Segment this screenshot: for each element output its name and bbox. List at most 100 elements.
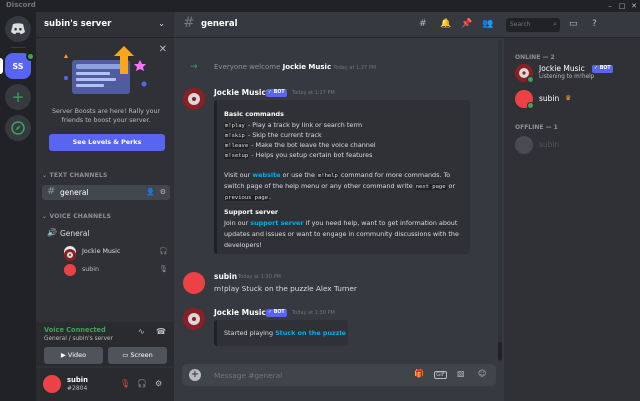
mute-mic-icon[interactable]: 🎙 bbox=[120, 379, 130, 388]
bot-badge: ✓ BOT bbox=[592, 65, 613, 73]
user-avatar[interactable] bbox=[43, 375, 61, 393]
server-name: subin's server bbox=[44, 19, 112, 29]
gif-button[interactable]: GIF bbox=[434, 371, 448, 379]
explore-servers-button[interactable] bbox=[5, 115, 31, 141]
disconnect-icon[interactable]: ☎ bbox=[156, 327, 166, 336]
offline-header: OFFLINE — 1 bbox=[515, 124, 558, 131]
category-chevron-icon: ⌄ bbox=[42, 213, 50, 220]
camera-icon: ▶ bbox=[60, 351, 68, 359]
text-channels-category[interactable]: ⌄ TEXT CHANNELS + bbox=[42, 169, 225, 180]
boost-banner: ✕ Server Boosts are here! Rally your fri… bbox=[44, 44, 168, 167]
close-icon[interactable]: ✕ bbox=[159, 44, 167, 55]
boost-illustration bbox=[64, 46, 147, 94]
message-input[interactable]: Message #general bbox=[214, 371, 282, 380]
channel-general[interactable]: # general 👤 ⚙ bbox=[42, 185, 170, 200]
voice-channels-category[interactable]: ⌄ VOICE CHANNELS + bbox=[42, 210, 229, 221]
category-label: TEXT CHANNELS bbox=[49, 172, 108, 179]
see-levels-button[interactable]: See Levels & Perks bbox=[49, 134, 165, 151]
system-text: Everyone welcome bbox=[214, 63, 281, 71]
track-link[interactable]: Stuck on the puzzle bbox=[275, 329, 346, 337]
command-line: m!skip - Skip the current track bbox=[224, 131, 322, 139]
member-offline-subin[interactable]: subin bbox=[515, 134, 635, 156]
message-author[interactable]: subin bbox=[214, 272, 237, 281]
embed-visit-line: Visit our website or use the m!help comm… bbox=[224, 171, 451, 179]
timestamp: Today at 1:30 PM bbox=[292, 310, 335, 316]
member-subin[interactable]: subin ♛ bbox=[515, 88, 635, 110]
maximize-button[interactable]: □ bbox=[616, 0, 628, 12]
add-server-button[interactable]: + bbox=[5, 84, 31, 110]
avatar[interactable] bbox=[183, 88, 205, 110]
server-list-divider bbox=[11, 47, 25, 48]
channel-label: General bbox=[60, 229, 90, 238]
plus-icon: + bbox=[11, 88, 25, 106]
title-bar: Discord – □ ✕ bbox=[0, 0, 640, 12]
sticker-icon[interactable]: ▧ bbox=[457, 369, 465, 378]
member-list-icon[interactable]: 👥 bbox=[482, 19, 493, 29]
close-window-button[interactable]: ✕ bbox=[628, 0, 640, 12]
video-button[interactable]: ▶ Video bbox=[44, 347, 103, 364]
voice-user-subin[interactable]: subin 🎙 bbox=[64, 263, 168, 277]
avatar[interactable] bbox=[183, 308, 205, 330]
message-author[interactable]: Jockie Music bbox=[214, 308, 266, 317]
message-jockie-playing: Jockie Music ✓ BOT Today at 1:30 PM Star… bbox=[174, 306, 494, 348]
embed-join-line: Join our support server if you need help… bbox=[224, 219, 458, 227]
pin-icon[interactable]: 📌 bbox=[461, 19, 472, 29]
home-button[interactable] bbox=[5, 16, 31, 42]
chat-scrollbar[interactable] bbox=[498, 40, 502, 362]
timestamp: Today at 1:27 PM bbox=[333, 65, 377, 71]
minimize-button[interactable]: – bbox=[604, 0, 616, 12]
voice-user-name: Jockie Music bbox=[82, 248, 121, 255]
server-header[interactable]: subin's server ⌄ bbox=[36, 12, 174, 38]
embed-join-line-3: developers! bbox=[224, 241, 262, 249]
avatar bbox=[64, 246, 76, 261]
settings-gear-icon[interactable]: ⚙ bbox=[155, 379, 162, 388]
channel-label: general bbox=[60, 188, 89, 197]
user-panel: subin #2804 🎙 🎧 ⚙ bbox=[36, 368, 174, 401]
now-playing-embed: Started playing Stuck on the puzzle bbox=[214, 320, 348, 346]
message-author[interactable]: Jockie Music bbox=[214, 88, 266, 97]
app-title: Discord bbox=[6, 1, 36, 9]
emoji-icon[interactable]: ☺ bbox=[478, 369, 486, 378]
website-link[interactable]: website bbox=[252, 171, 280, 179]
gear-icon[interactable]: ⚙ bbox=[160, 188, 166, 196]
compass-icon bbox=[11, 121, 25, 135]
message-composer[interactable]: + Message #general 🎁 GIF ▧ ☺ bbox=[182, 364, 496, 386]
member-jockie[interactable]: Jockie Music ✓ BOT Listening to m!help bbox=[515, 62, 635, 84]
upload-plus-icon[interactable]: + bbox=[189, 369, 201, 381]
search-input[interactable]: Search ⌕ bbox=[506, 18, 560, 32]
selected-server-indicator bbox=[0, 58, 3, 74]
screen-share-button[interactable]: ▭ Screen bbox=[108, 347, 167, 364]
category-label: VOICE CHANNELS bbox=[49, 213, 112, 220]
bot-badge: ✓ BOT bbox=[266, 89, 287, 97]
voice-location[interactable]: General / subin's server bbox=[44, 336, 113, 342]
scrollbar-thumb[interactable] bbox=[498, 342, 502, 360]
message-subin: subin Today at 1:30 PM m!play Stuck on t… bbox=[174, 270, 494, 298]
channel-title: general bbox=[201, 19, 238, 29]
voice-channel-general[interactable]: 🔊 General bbox=[42, 226, 170, 241]
gift-icon[interactable]: 🎁 bbox=[414, 369, 424, 378]
inbox-icon[interactable]: ▭ bbox=[569, 19, 578, 29]
help-icon[interactable]: ? bbox=[592, 19, 597, 29]
voice-user-jockie[interactable]: Jockie Music 🎧 bbox=[64, 245, 168, 261]
bell-icon[interactable]: 🔔 bbox=[440, 19, 451, 29]
discord-window: Discord – □ ✕ SS + subin's server ⌄ ✕ Se… bbox=[0, 0, 640, 401]
invite-icon[interactable]: 👤 bbox=[146, 188, 155, 196]
channel-sidebar: subin's server ⌄ ✕ Server Boosts are her… bbox=[36, 12, 229, 401]
embed-heading: Basic commands bbox=[224, 110, 284, 118]
headphones-icon[interactable]: 🎧 bbox=[137, 379, 147, 388]
deafened-icon: 🎧 bbox=[159, 247, 168, 255]
support-heading: Support server bbox=[224, 208, 279, 216]
online-status-icon bbox=[527, 102, 534, 109]
command-line: m!play - Play a track by link or search … bbox=[224, 121, 363, 129]
system-user[interactable]: Jockie Music bbox=[283, 63, 331, 71]
avatar[interactable] bbox=[183, 272, 205, 294]
speaker-icon: 🔊 bbox=[47, 228, 57, 237]
command-line: m!setup - Helps you setup certain bot fe… bbox=[224, 151, 373, 159]
voice-connected-label: Voice Connected bbox=[44, 326, 106, 334]
noise-suppression-icon[interactable]: ∿ bbox=[138, 327, 145, 336]
threads-icon[interactable]: # bbox=[419, 19, 427, 29]
system-message-text: Everyone welcome Jockie Music Today at 1… bbox=[214, 63, 376, 71]
category-chevron-icon: ⌄ bbox=[42, 172, 50, 179]
channel-header: # general # 🔔 📌 👥 Search ⌕ ▭ ? bbox=[174, 12, 640, 38]
support-server-link[interactable]: support server bbox=[250, 219, 303, 227]
